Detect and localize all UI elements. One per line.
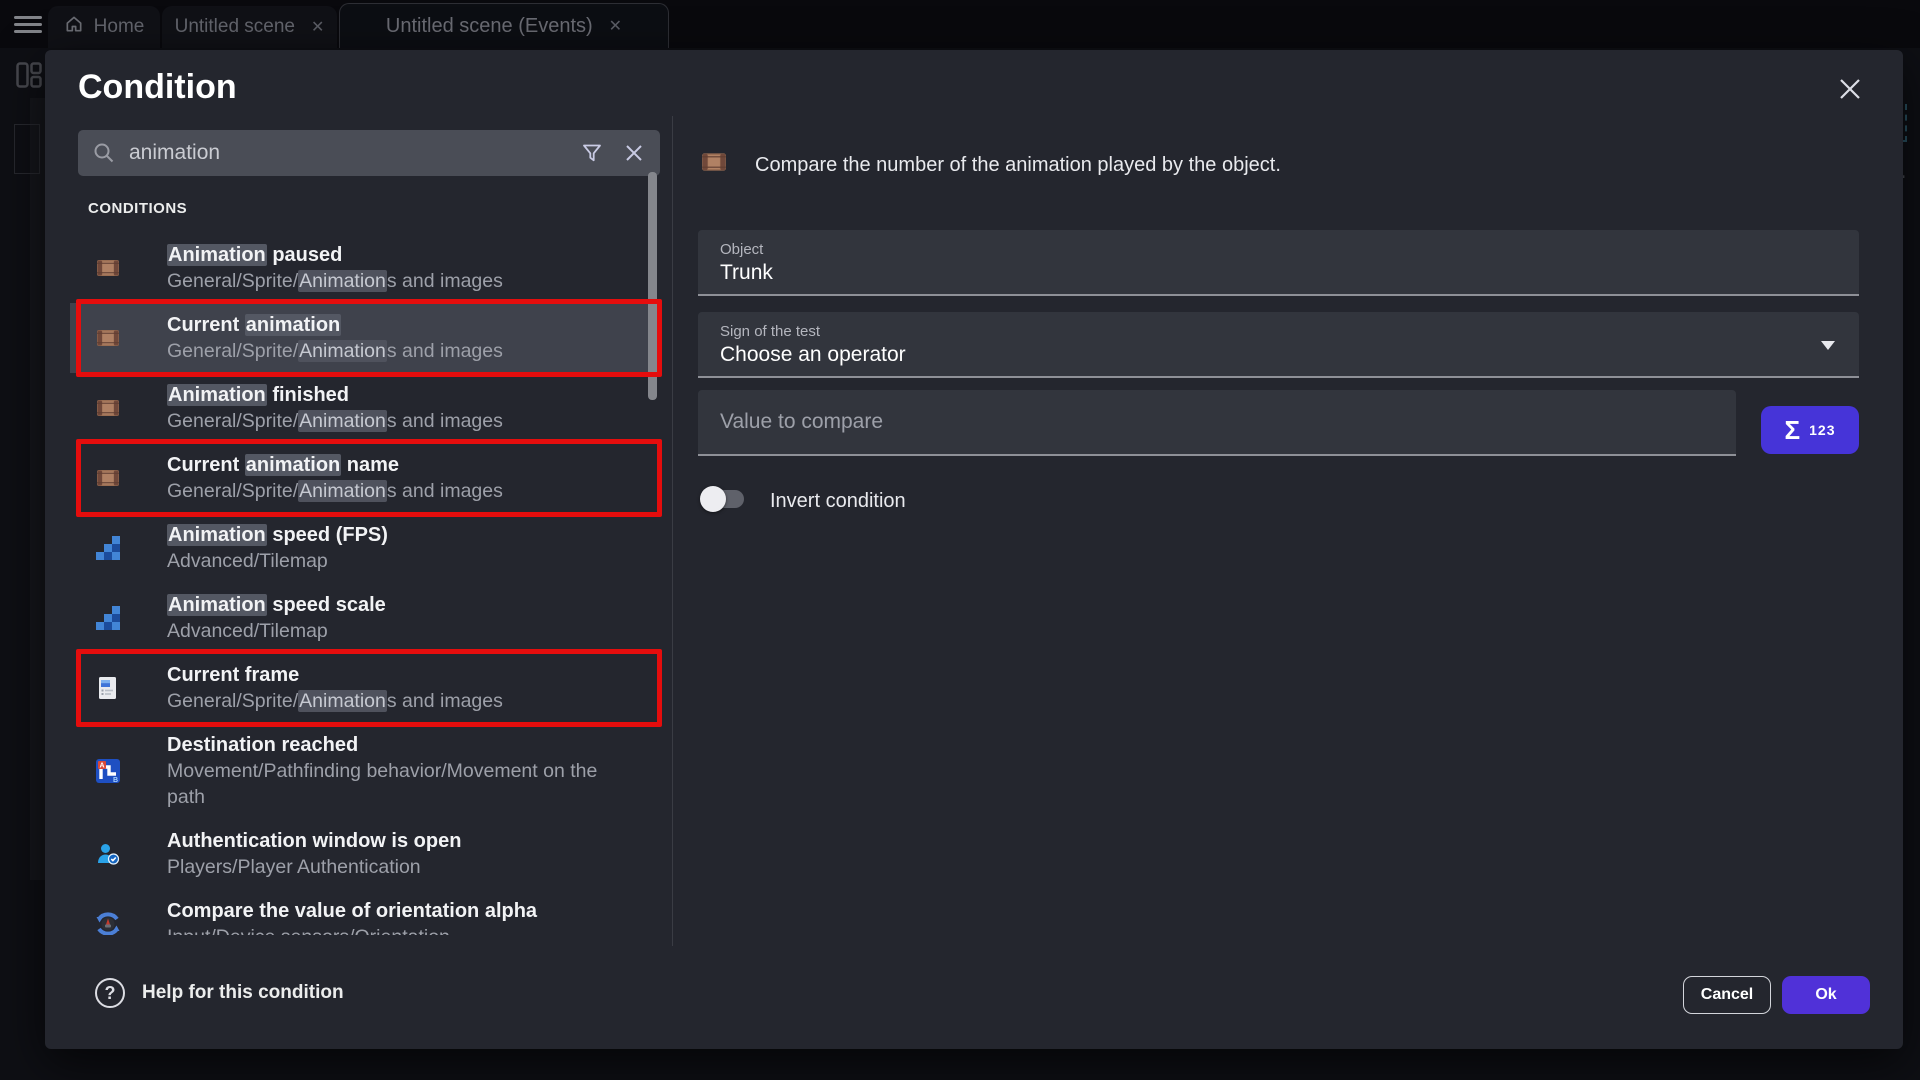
condition-list-item[interactable]: Current animationGeneral/Sprite/Animatio… [70,303,658,373]
condition-text: Destination reachedMovement/Pathfinding … [167,732,617,810]
condition-text: Current animationGeneral/Sprite/Animatio… [167,312,617,364]
clear-search-icon[interactable] [622,141,646,165]
list-scrollbar[interactable] [648,172,657,400]
expression-builder-button[interactable]: Σ 123 [1761,406,1859,454]
chevron-down-icon [1821,341,1835,350]
condition-list-item[interactable]: Current animation nameGeneral/Sprite/Ani… [70,443,658,513]
tilemap-icon [95,535,121,561]
conditions-list: CONDITIONS Animation pausedGeneral/Sprit… [70,188,666,935]
magnifier-icon [92,141,116,165]
object-field[interactable]: Object Trunk [698,230,1859,296]
field-value: Choose an operator [720,343,906,367]
condition-text: Compare the value of orientation alphaIn… [167,898,617,935]
value-to-compare-field[interactable] [698,390,1736,456]
condition-text: Authentication window is openPlayers/Pla… [167,828,617,880]
operator-select[interactable]: Sign of the test Choose an operator [698,312,1859,378]
close-icon[interactable] [1833,72,1867,106]
field-label: Object [720,241,763,258]
expression-button-label: 123 [1809,422,1835,438]
film-reel-icon [95,325,121,351]
frame-icon [95,675,121,701]
cancel-button[interactable]: Cancel [1683,976,1771,1014]
search-input[interactable] [129,141,562,165]
tilemap-icon [95,605,121,631]
section-header: CONDITIONS [88,200,666,217]
invert-condition-label: Invert condition [770,490,906,513]
dialog-title: Condition [78,68,237,107]
condition-list-item[interactable]: Animation speed (FPS)Advanced/Tilemap [70,513,658,583]
condition-description: Compare the number of the animation play… [755,154,1281,177]
field-value: Trunk [720,261,773,285]
condition-list-item[interactable]: ABDestination reachedMovement/Pathfindin… [70,723,658,819]
condition-list-item[interactable]: Compare the value of orientation alphaIn… [70,889,658,935]
invert-condition-toggle[interactable] [700,486,748,512]
condition-text: Animation speed scaleAdvanced/Tilemap [167,592,617,644]
condition-list-item[interactable]: Animation speed scaleAdvanced/Tilemap [70,583,658,653]
film-reel-icon [95,255,121,281]
help-label: Help for this condition [142,982,344,1004]
condition-list-item[interactable]: Authentication window is openPlayers/Pla… [70,819,658,889]
condition-text: Animation finishedGeneral/Sprite/Animati… [167,382,617,434]
search-bar[interactable] [78,130,660,176]
panel-divider [672,116,673,946]
film-reel-icon [95,465,121,491]
pathfinding-icon: AB [95,758,121,784]
film-reel-icon [95,395,121,421]
svg-text:A: A [99,763,104,770]
condition-text: Animation pausedGeneral/Sprite/Animation… [167,242,617,294]
help-link[interactable]: ? Help for this condition [95,978,344,1008]
player-auth-icon [95,841,121,867]
film-reel-icon [698,148,730,176]
condition-dialog: Condition CONDITIONS Animation pausedGen… [45,50,1903,1049]
orientation-icon [95,911,121,935]
field-label: Sign of the test [720,323,820,340]
condition-text: Current frameGeneral/Sprite/Animations a… [167,662,617,714]
help-icon: ? [95,978,125,1008]
condition-text: Current animation nameGeneral/Sprite/Ani… [167,452,617,504]
svg-text:B: B [113,777,118,784]
sigma-icon: Σ [1785,415,1801,446]
condition-list-item[interactable]: Animation pausedGeneral/Sprite/Animation… [70,233,658,303]
ok-button[interactable]: Ok [1782,976,1870,1014]
condition-list-item[interactable]: Animation finishedGeneral/Sprite/Animati… [70,373,658,443]
filter-icon[interactable] [580,141,604,165]
condition-text: Animation speed (FPS)Advanced/Tilemap [167,522,617,574]
conditions-list-items: Animation pausedGeneral/Sprite/Animation… [70,233,666,935]
condition-list-item[interactable]: Current frameGeneral/Sprite/Animations a… [70,653,658,723]
value-to-compare-input[interactable] [698,410,1736,434]
toggle-knob [700,486,726,512]
